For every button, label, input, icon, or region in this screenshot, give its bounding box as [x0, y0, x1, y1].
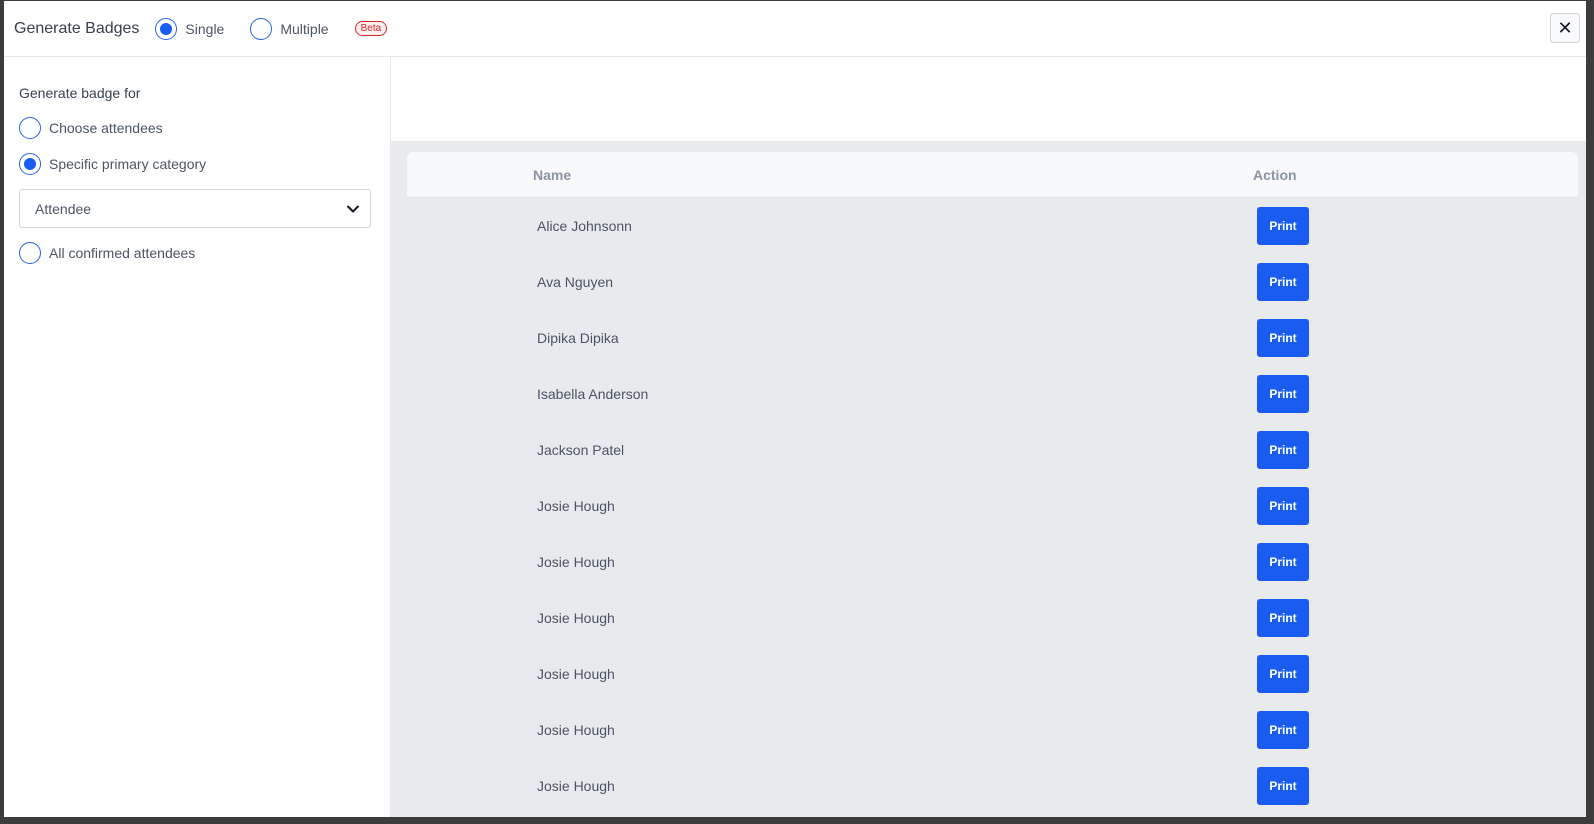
table-row: Josie Hough Print	[407, 478, 1578, 534]
print-button[interactable]: Print	[1257, 431, 1309, 469]
attendee-name: Josie Hough	[537, 554, 615, 570]
attendee-name: Ava Nguyen	[537, 274, 614, 290]
modal-title: Generate Badges	[14, 19, 140, 37]
attendee-name: Isabella Anderson	[537, 386, 649, 402]
print-button[interactable]: Print	[1257, 263, 1309, 301]
option-specific-category[interactable]: Specific primary category	[19, 153, 349, 175]
table-row: Josie Hough Print	[407, 758, 1578, 814]
mode-multiple-radio[interactable]: Multiple	[250, 17, 329, 40]
attendee-list-panel: Name Action Alice Johnsonn Print Ava Nguye…	[391, 57, 1586, 817]
attendee-table: Name Action Alice Johnsonn Print Ava Nguye…	[407, 152, 1578, 814]
modal-header: Generate Badges Single Multiple Beta ✕	[4, 1, 1586, 57]
option-label: Choose attendees	[49, 120, 163, 136]
mode-multiple-label: Multiple	[280, 20, 329, 37]
table-row: Jackson Patel Print	[407, 422, 1578, 478]
attendee-name: Dipika Dipika	[537, 330, 619, 346]
preview-area	[391, 57, 1586, 142]
attendee-name: Jackson Patel	[537, 442, 625, 458]
print-button[interactable]: Print	[1257, 207, 1309, 245]
table-row: Ava Nguyen Print	[407, 254, 1578, 310]
close-icon: ✕	[1557, 17, 1573, 38]
attendee-name: Josie Hough	[537, 722, 615, 738]
mode-single-label: Single	[185, 20, 225, 37]
print-button[interactable]: Print	[1257, 319, 1309, 357]
table-row: Josie Hough Print	[407, 646, 1578, 702]
generate-badges-modal: Generate Badges Single Multiple Beta ✕ G…	[4, 1, 1586, 817]
table-row: Dipika Dipika Print	[407, 310, 1578, 366]
attendee-name: Josie Hough	[537, 498, 615, 514]
radio-circle[interactable]	[155, 17, 178, 40]
print-button[interactable]: Print	[1257, 711, 1309, 749]
section-label: Generate badge for	[19, 85, 141, 101]
category-select[interactable]: Attendee	[19, 189, 371, 228]
print-button[interactable]: Print	[1257, 543, 1309, 581]
table-row: Isabella Anderson Print	[407, 366, 1578, 422]
option-all-confirmed[interactable]: All confirmed attendees	[19, 242, 349, 264]
option-label: All confirmed attendees	[49, 245, 196, 261]
column-header-action: Action	[1253, 166, 1297, 183]
attendee-name: Josie Hough	[537, 666, 615, 682]
options-panel: Generate badge for Choose attendees Spec…	[4, 57, 391, 817]
table-body: Alice Johnsonn Print Ava Nguyen Print Dipika…	[407, 198, 1578, 814]
table-row: Josie Hough Print	[407, 702, 1578, 758]
radio-circle[interactable]	[19, 242, 41, 264]
category-select-value: Attendee	[35, 200, 92, 217]
mode-single-radio[interactable]: Single	[155, 17, 225, 40]
radio-circle[interactable]	[19, 153, 41, 175]
chevron-down-icon	[347, 205, 359, 212]
close-button[interactable]: ✕	[1550, 13, 1580, 43]
attendee-name: Josie Hough	[537, 610, 615, 626]
table-header: Name Action	[407, 152, 1578, 198]
beta-badge: Beta	[354, 21, 388, 36]
radio-circle[interactable]	[19, 117, 41, 139]
table-row: Josie Hough Print	[407, 590, 1578, 646]
print-button[interactable]: Print	[1257, 599, 1309, 637]
option-label: Specific primary category	[49, 156, 207, 172]
attendee-name: Josie Hough	[537, 778, 615, 794]
attendee-name: Alice Johnsonn	[537, 218, 632, 234]
table-row: Josie Hough Print	[407, 534, 1578, 590]
print-button[interactable]: Print	[1257, 767, 1309, 805]
table-row: Alice Johnsonn Print	[407, 198, 1578, 254]
print-button[interactable]: Print	[1257, 375, 1309, 413]
column-header-name: Name	[533, 166, 572, 183]
modal-body: Generate badge for Choose attendees Spec…	[4, 57, 1586, 817]
print-button[interactable]: Print	[1257, 655, 1309, 693]
print-button[interactable]: Print	[1257, 487, 1309, 525]
radio-circle[interactable]	[250, 17, 273, 40]
option-choose-attendees[interactable]: Choose attendees	[19, 117, 349, 139]
